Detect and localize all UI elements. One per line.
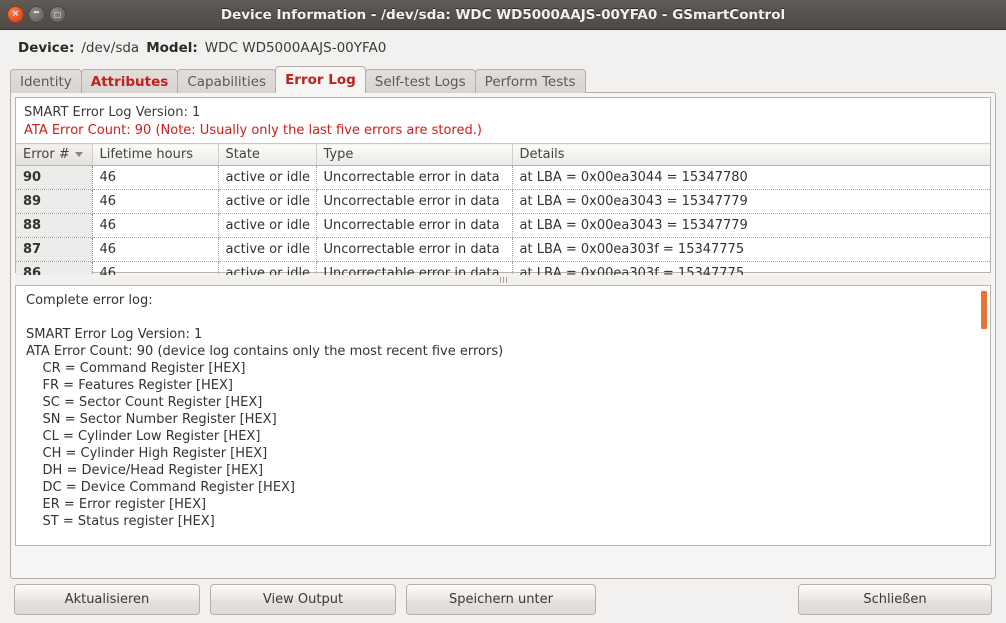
close-icon[interactable]: × bbox=[7, 6, 24, 23]
column-header-state-label: State bbox=[225, 147, 260, 162]
sort-descending-icon bbox=[74, 152, 83, 157]
model-label: Model: bbox=[146, 40, 198, 56]
splitter-grip-icon bbox=[499, 277, 507, 283]
save-as-button-label: Speichern unter bbox=[449, 592, 553, 607]
device-value: /dev/sda bbox=[81, 40, 140, 56]
view-output-button[interactable]: View Output bbox=[210, 584, 396, 615]
notebook: Identity Attributes Capabilities Error L… bbox=[10, 66, 996, 579]
window-controls: × – □ bbox=[7, 6, 66, 23]
tab-self-test-logs[interactable]: Self-test Logs bbox=[364, 69, 476, 93]
close-glyph: × bbox=[11, 9, 20, 19]
error-log-table: Error # Lifetime hours State Type Detail… bbox=[16, 143, 990, 286]
cell-type: Uncorrectable error in data bbox=[316, 189, 513, 214]
minimize-icon[interactable]: – bbox=[28, 6, 45, 23]
cell-lifetime-hours: 46 bbox=[92, 237, 219, 262]
cell-type: Uncorrectable error in data bbox=[316, 165, 513, 190]
tab-capabilities-label: Capabilities bbox=[187, 73, 267, 90]
error-log-table-body: 90 46 active or idle Uncorrectable error… bbox=[16, 165, 990, 286]
view-output-button-label: View Output bbox=[262, 592, 344, 607]
cell-error-number: 87 bbox=[16, 237, 93, 262]
tab-perform-tests[interactable]: Perform Tests bbox=[474, 69, 586, 93]
log-vertical-scrollbar[interactable] bbox=[981, 288, 987, 543]
complete-error-log-text: Complete error log: SMART Error Log Vers… bbox=[26, 293, 504, 529]
cell-error-number: 90 bbox=[16, 165, 93, 190]
cell-lifetime-hours: 46 bbox=[92, 213, 219, 238]
cell-lifetime-hours: 46 bbox=[92, 165, 219, 190]
save-as-button[interactable]: Speichern unter bbox=[406, 584, 596, 615]
cell-details: at LBA = 0x00ea3043 = 15347779 bbox=[512, 189, 990, 214]
column-header-lifetime-hours-label: Lifetime hours bbox=[99, 147, 193, 162]
close-button[interactable]: Schließen bbox=[798, 584, 992, 615]
minimize-glyph: – bbox=[33, 4, 40, 20]
column-header-state[interactable]: State bbox=[218, 143, 317, 166]
tab-identity[interactable]: Identity bbox=[10, 69, 82, 93]
error-log-summary: SMART Error Log Version: 1 ATA Error Cou… bbox=[16, 98, 990, 143]
cell-type: Uncorrectable error in data bbox=[316, 237, 513, 262]
tab-perform-tests-label: Perform Tests bbox=[484, 73, 576, 90]
cell-lifetime-hours: 46 bbox=[92, 189, 219, 214]
error-log-summary-pane: SMART Error Log Version: 1 ATA Error Cou… bbox=[15, 97, 991, 286]
maximize-icon[interactable]: □ bbox=[49, 6, 66, 23]
table-row[interactable]: 87 46 active or idle Uncorrectable error… bbox=[16, 237, 990, 262]
cell-state: active or idle bbox=[218, 165, 317, 190]
pane-splitter-handle[interactable] bbox=[15, 275, 991, 285]
table-row[interactable]: 89 46 active or idle Uncorrectable error… bbox=[16, 189, 990, 214]
model-value: WDC WD5000AAJS-00YFA0 bbox=[204, 40, 387, 56]
column-header-type-label: Type bbox=[323, 147, 354, 162]
column-header-error-number[interactable]: Error # bbox=[16, 143, 93, 166]
cell-details: at LBA = 0x00ea3043 = 15347779 bbox=[512, 213, 990, 238]
tab-attributes-label: Attributes bbox=[90, 73, 169, 90]
close-button-label: Schließen bbox=[863, 592, 927, 607]
tab-attributes[interactable]: Attributes bbox=[80, 69, 179, 93]
column-header-type[interactable]: Type bbox=[316, 143, 513, 166]
log-scrollbar-thumb[interactable] bbox=[981, 291, 987, 329]
window-body: Device: /dev/sda Model: WDC WD5000AAJS-00YF… bbox=[0, 30, 1006, 623]
tab-strip: Identity Attributes Capabilities Error L… bbox=[10, 66, 996, 93]
cell-details: at LBA = 0x00ea3044 = 15347780 bbox=[512, 165, 990, 190]
tab-error-log-label: Error Log bbox=[285, 72, 356, 88]
column-header-details-label: Details bbox=[519, 147, 565, 162]
complete-error-log-textview[interactable]: Complete error log: SMART Error Log Vers… bbox=[15, 285, 991, 546]
cell-state: active or idle bbox=[218, 189, 317, 214]
dialog-button-row: Aktualisieren View Output Speichern unte… bbox=[0, 584, 1006, 623]
ata-error-count-warning: ATA Error Count: 90 (Note: Usually only … bbox=[24, 123, 482, 138]
table-row[interactable]: 88 46 active or idle Uncorrectable error… bbox=[16, 213, 990, 238]
window-title: Device Information - /dev/sda: WDC WD500… bbox=[220, 7, 786, 23]
cell-details: at LBA = 0x00ea303f = 15347775 bbox=[512, 237, 990, 262]
device-label: Device: bbox=[18, 40, 75, 56]
cell-state: active or idle bbox=[218, 213, 317, 238]
tab-content-error-log: SMART Error Log Version: 1 ATA Error Cou… bbox=[10, 92, 996, 579]
column-header-error-number-label: Error # bbox=[23, 147, 70, 162]
cell-state: active or idle bbox=[218, 237, 317, 262]
tab-self-test-logs-label: Self-test Logs bbox=[374, 73, 466, 90]
tab-identity-label: Identity bbox=[20, 73, 72, 90]
refresh-button[interactable]: Aktualisieren bbox=[14, 584, 200, 615]
tab-error-log[interactable]: Error Log bbox=[275, 66, 366, 93]
column-header-lifetime-hours[interactable]: Lifetime hours bbox=[92, 143, 219, 166]
device-model-header: Device: /dev/sda Model: WDC WD5000AAJS-00YF… bbox=[18, 40, 386, 56]
cell-error-number: 89 bbox=[16, 189, 93, 214]
table-header-row: Error # Lifetime hours State Type Detail… bbox=[16, 143, 990, 166]
window-titlebar[interactable]: × – □ Device Information - /dev/sda: WDC… bbox=[0, 0, 1006, 30]
table-row[interactable]: 90 46 active or idle Uncorrectable error… bbox=[16, 165, 990, 190]
refresh-button-label: Aktualisieren bbox=[64, 592, 150, 607]
smart-error-log-version: SMART Error Log Version: 1 bbox=[24, 105, 201, 120]
cell-error-number: 88 bbox=[16, 213, 93, 238]
cell-type: Uncorrectable error in data bbox=[316, 213, 513, 238]
tab-capabilities[interactable]: Capabilities bbox=[177, 69, 277, 93]
column-header-details[interactable]: Details bbox=[512, 143, 990, 166]
maximize-glyph: □ bbox=[53, 9, 62, 19]
